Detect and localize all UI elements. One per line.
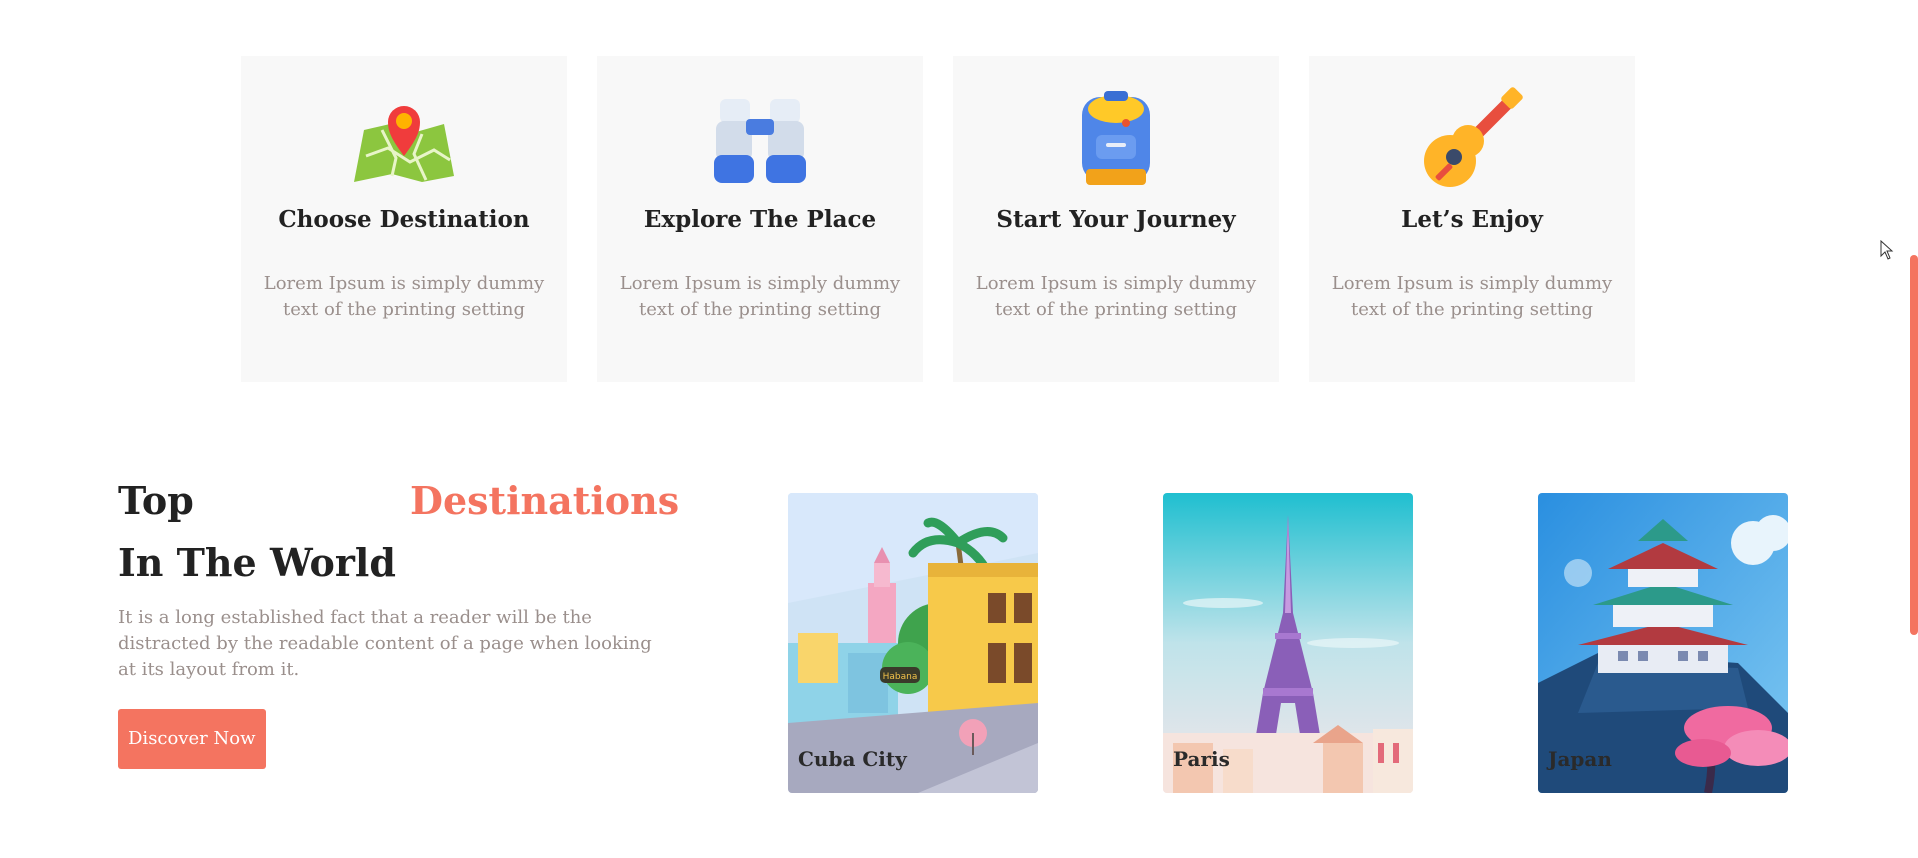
destination-name: Japan — [1548, 747, 1612, 771]
destination-name: Cuba City — [798, 747, 907, 771]
step-description: Lorem Ipsum is simply dummy text of the … — [263, 273, 545, 320]
heading-in-the-world: In The World — [118, 540, 396, 585]
destination-card-paris[interactable]: Paris — [1163, 493, 1413, 793]
step-card-start-journey: Start Your Journey Lorem Ipsum is simply… — [953, 56, 1279, 382]
step-card-choose-destination: Choose Destination Lorem Ipsum is simply… — [241, 56, 567, 382]
step-title: Explore The Place — [643, 206, 877, 233]
section-heading: Top Destinations — [118, 478, 679, 532]
discover-now-button[interactable]: Discover Now — [118, 709, 266, 769]
destination-card-japan[interactable]: Japan — [1538, 493, 1788, 793]
steps-section: Choose Destination Lorem Ipsum is simply… — [241, 56, 1635, 382]
heading-destinations: Destinations — [410, 478, 680, 523]
step-description: Lorem Ipsum is simply dummy text of the … — [975, 273, 1257, 320]
mouse-cursor-icon — [1880, 240, 1894, 260]
step-card-explore-place: Explore The Place Lorem Ipsum is simply … — [597, 56, 923, 382]
intro-paragraph: It is a long established fact that a rea… — [118, 607, 652, 680]
guitar-icon — [1417, 87, 1527, 189]
step-description: Lorem Ipsum is simply dummy text of the … — [1331, 273, 1613, 320]
step-title: Choose Destination — [278, 206, 530, 233]
step-card-lets-enjoy: Let’s Enjoy Lorem Ipsum is simply dummy … — [1309, 56, 1635, 382]
top-destinations-intro: Top Destinations In The World It is a lo… — [118, 478, 679, 769]
page-scrollbar-thumb[interactable] — [1910, 255, 1918, 635]
backpack-icon — [1061, 89, 1171, 189]
destination-card-cuba[interactable]: Habana Cuba City — [788, 493, 1038, 793]
heading-top: Top — [118, 478, 194, 523]
step-title: Let’s Enjoy — [1401, 206, 1543, 233]
step-title: Start Your Journey — [996, 206, 1236, 233]
destination-name: Paris — [1173, 747, 1230, 771]
habana-sign-text: Habana — [883, 672, 918, 682]
step-description: Lorem Ipsum is simply dummy text of the … — [619, 273, 901, 320]
map-pin-icon — [349, 89, 459, 189]
binoculars-icon — [705, 89, 815, 189]
